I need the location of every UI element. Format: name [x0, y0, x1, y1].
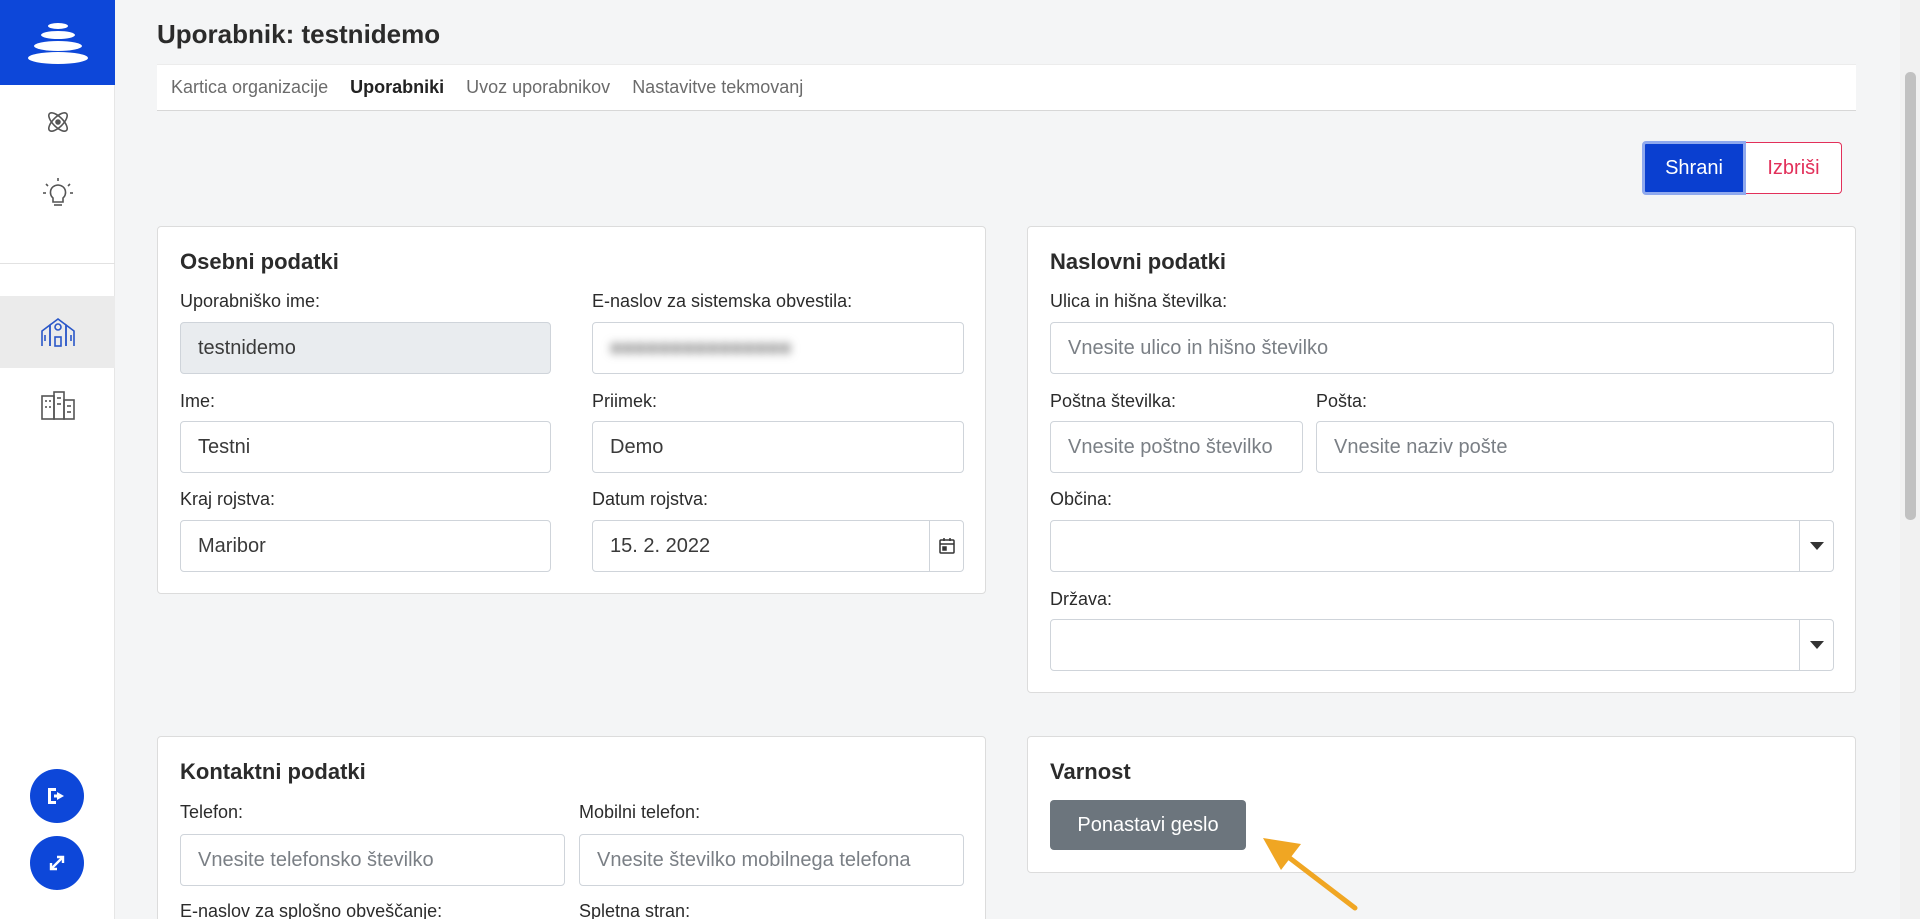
expand-button[interactable] [30, 836, 84, 890]
firstname-field[interactable]: Testni [180, 421, 551, 473]
sidebar-item-ideas[interactable] [0, 157, 115, 229]
website-label: Spletna stran: [579, 901, 691, 919]
logout-button[interactable] [30, 769, 84, 823]
security-card: Varnost Ponastavi geslo [1027, 736, 1856, 873]
card-title: Osebni podatki [180, 249, 339, 274]
username-field: testnidemo [180, 322, 551, 374]
email-field[interactable]: ●●●●●●●●●●●●●●● [592, 322, 964, 374]
street-label: Ulica in hišna številka: [1050, 291, 1228, 311]
logo-icon [27, 22, 88, 64]
lastname-label: Priimek: [592, 391, 658, 411]
sidebar-item-atom[interactable] [0, 86, 115, 158]
address-data-card: Naslovni podatki Ulica in hišna številka… [1027, 226, 1856, 693]
annotation-arrow [1263, 838, 1358, 911]
card-title: Varnost [1050, 759, 1131, 784]
subnav: Kartica organizacije Uporabniki Uvoz upo… [157, 64, 1856, 111]
scrollbar-thumb[interactable] [1905, 72, 1916, 520]
post-field[interactable]: Vnesite naziv pošte [1316, 421, 1834, 473]
page-title: Uporabnik: testnidemo [157, 19, 441, 49]
sidebar-item-buildings[interactable] [0, 369, 115, 441]
school-icon [40, 318, 75, 347]
country-dropdown-toggle[interactable] [1799, 620, 1833, 670]
atom-icon [47, 112, 68, 132]
municipality-dropdown-toggle[interactable] [1799, 521, 1833, 571]
municipality-select[interactable] [1050, 520, 1834, 572]
calendar-icon [938, 538, 955, 554]
firstname-label: Ime: [180, 391, 216, 411]
municipality-label: Občina: [1050, 489, 1113, 509]
subnav-item-competition-settings[interactable]: Nastavitve tekmovanj [632, 77, 803, 98]
app-logo[interactable] [0, 0, 115, 85]
card-title: Naslovni podatki [1050, 249, 1227, 274]
scrollbar[interactable] [1900, 0, 1920, 919]
country-select[interactable] [1050, 619, 1834, 671]
country-label: Država: [1050, 589, 1113, 609]
birthplace-field[interactable]: Maribor [180, 520, 551, 572]
mobile-label: Mobilni telefon: [579, 802, 701, 822]
expand-icon [49, 855, 65, 871]
sidebar-divider [0, 263, 115, 264]
subnav-item-users[interactable]: Uporabniki [350, 77, 444, 98]
birthdate-label: Datum rojstva: [592, 489, 709, 509]
subnav-item-organization-card[interactable]: Kartica organizacije [171, 77, 328, 98]
general-email-label: E-naslov za splošno obveščanje: [180, 901, 443, 919]
birthdate-value: 15. 2. 2022 [610, 534, 711, 557]
mobile-field[interactable]: Vnesite številko mobilnega telefona [579, 834, 964, 886]
sidebar [0, 0, 115, 919]
delete-button[interactable]: Izbriši [1746, 142, 1842, 194]
save-button[interactable]: Shrani [1642, 141, 1746, 195]
username-label: Uporabniško ime: [180, 291, 321, 311]
postcode-field[interactable]: Vnesite poštno številko [1050, 421, 1303, 473]
main-content: Uporabnik: testnidemo Kartica organizaci… [115, 0, 1900, 919]
chevron-down-icon [1809, 542, 1824, 550]
reset-password-button[interactable]: Ponastavi geslo [1050, 800, 1246, 850]
email-blurred-value: ●●●●●●●●●●●●●●● [610, 336, 792, 359]
logout-icon [48, 788, 64, 804]
phone-field[interactable]: Vnesite telefonsko številko [180, 834, 565, 886]
lightbulb-icon [42, 178, 73, 206]
street-field[interactable]: Vnesite ulico in hišno številko [1050, 322, 1834, 374]
personal-data-card: Osebni podatki Uporabniško ime: testnide… [157, 226, 986, 594]
action-buttons: Shrani Izbriši [1642, 141, 1842, 195]
buildings-icon [40, 391, 75, 420]
post-label: Pošta: [1316, 391, 1368, 411]
phone-label: Telefon: [180, 802, 244, 822]
birthdate-field[interactable]: 15. 2. 2022 [592, 520, 964, 572]
birthplace-label: Kraj rojstva: [180, 489, 276, 509]
chevron-down-icon [1809, 641, 1824, 649]
contact-data-card: Kontaktni podatki Telefon: Vnesite telef… [157, 736, 986, 919]
lastname-field[interactable]: Demo [592, 421, 964, 473]
sidebar-item-organization[interactable] [0, 296, 115, 368]
email-label: E-naslov za sistemska obvestila: [592, 291, 853, 311]
subnav-item-import-users[interactable]: Uvoz uporabnikov [466, 77, 610, 98]
card-title: Kontaktni podatki [180, 759, 366, 784]
calendar-button[interactable] [929, 521, 963, 571]
postcode-label: Poštna številka: [1050, 391, 1177, 411]
